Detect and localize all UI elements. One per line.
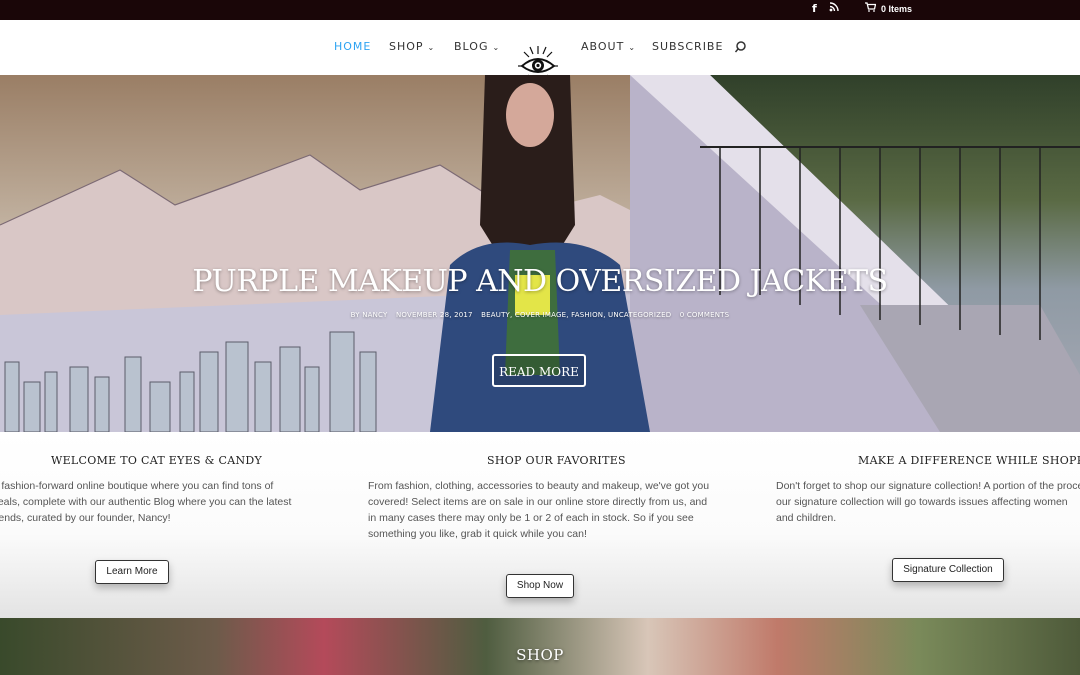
nav-item-shop[interactable]: SHOP ⌄	[389, 40, 435, 53]
feature-text: From fashion, clothing, accessories to b…	[368, 480, 710, 540]
main-nav: HOME SHOP ⌄ BLOG ⌄ ABOUT ⌄ SUBSCRIBE	[0, 20, 1080, 86]
cart-items-link[interactable]: 0 Items	[881, 4, 912, 14]
facebook-icon[interactable]: f	[812, 2, 817, 15]
post-categories[interactable]: BEAUTY, COVER IMAGE, FASHION, UNCATEGORI…	[481, 311, 671, 319]
features-section: WELCOME TO CAT EYES & CANDY A fashion-fo…	[0, 432, 1080, 618]
hero-post-title[interactable]: PURPLE MAKEUP AND OVERSIZED JACKETS	[0, 264, 1080, 299]
search-icon[interactable]	[734, 40, 748, 54]
nav-item-subscribe-label: SUBSCRIBE	[652, 40, 724, 53]
feature-text: Don't forget to shop our signature colle…	[776, 480, 1080, 524]
read-more-button[interactable]: READ MORE	[492, 354, 586, 387]
rss-icon[interactable]	[829, 2, 839, 15]
post-comments[interactable]: 0 COMMENTS	[680, 311, 730, 319]
nav-item-blog-label: BLOG	[454, 40, 489, 53]
hero-post-meta: BY NANCY NOVEMBER 28, 2017 BEAUTY, COVER…	[0, 311, 1080, 319]
feature-title: SHOP OUR FAVORITES	[487, 454, 626, 467]
nav-item-subscribe[interactable]: SUBSCRIBE	[652, 40, 723, 53]
cart-icon[interactable]	[865, 2, 877, 15]
chevron-down-icon: ⌄	[427, 43, 436, 52]
learn-more-button[interactable]: Learn More	[95, 560, 169, 584]
shop-section-title: SHOP	[516, 646, 564, 664]
post-date: NOVEMBER 28, 2017	[395, 311, 473, 319]
feature-title: MAKE A DIFFERENCE WHILE SHOPPING	[858, 454, 1080, 467]
nav-item-blog[interactable]: BLOG ⌄	[454, 40, 500, 53]
signature-collection-button[interactable]: Signature Collection	[892, 558, 1004, 582]
feature-text: A fashion-forward online boutique where …	[0, 480, 292, 524]
shop-now-button[interactable]: Shop Now	[506, 574, 574, 598]
top-bar: f 0 Items	[0, 0, 1080, 20]
nav-item-about-label: ABOUT	[581, 40, 625, 53]
feature-title: WELCOME TO CAT EYES & CANDY	[51, 454, 263, 467]
shop-section: SHOP	[0, 618, 1080, 675]
chevron-down-icon: ⌄	[628, 43, 637, 52]
nav-item-home[interactable]: HOME	[334, 40, 371, 53]
nav-item-shop-label: SHOP	[389, 40, 424, 53]
chevron-down-icon: ⌄	[492, 43, 501, 52]
nav-item-home-label: HOME	[334, 40, 372, 53]
nav-item-about[interactable]: ABOUT ⌄	[581, 40, 636, 53]
post-author[interactable]: BY NANCY	[351, 311, 388, 319]
hero-slider: PURPLE MAKEUP AND OVERSIZED JACKETS BY N…	[0, 75, 1080, 432]
